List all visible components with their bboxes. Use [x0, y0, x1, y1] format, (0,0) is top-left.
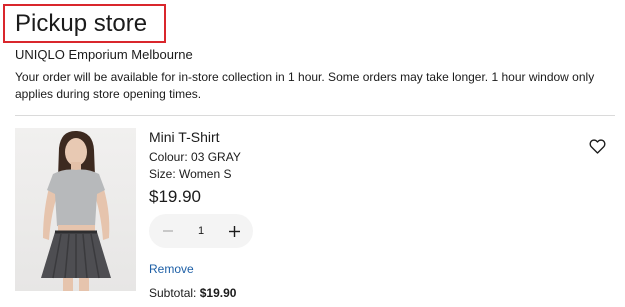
pickup-note: Your order will be available for in-stor… [15, 70, 595, 101]
plus-icon [228, 225, 240, 237]
product-name[interactable]: Mini T-Shirt [149, 129, 220, 146]
product-colour: Colour: 03 GRAY [149, 150, 241, 164]
product-price: $19.90 [149, 187, 201, 206]
divider [15, 115, 615, 116]
product-size: Size: Women S [149, 167, 232, 181]
decrease-quantity-button[interactable] [151, 214, 185, 248]
store-name: UNIQLO Emporium Melbourne [15, 47, 193, 62]
subtotal-value: $19.90 [199, 286, 237, 300]
increase-quantity-button[interactable] [217, 214, 251, 248]
subtotal: Subtotal: $19.90 [149, 286, 236, 301]
quantity-value[interactable]: 1 [183, 214, 219, 248]
wishlist-button[interactable] [586, 136, 608, 156]
quantity-stepper: 1 [149, 214, 253, 248]
heart-outline-icon [589, 138, 605, 154]
product-image[interactable] [15, 128, 136, 291]
subtotal-label: Subtotal: [149, 286, 197, 300]
minus-icon [163, 230, 173, 232]
remove-link[interactable]: Remove [149, 262, 194, 277]
model-photo [41, 130, 111, 291]
section-title: Pickup store [15, 10, 148, 37]
